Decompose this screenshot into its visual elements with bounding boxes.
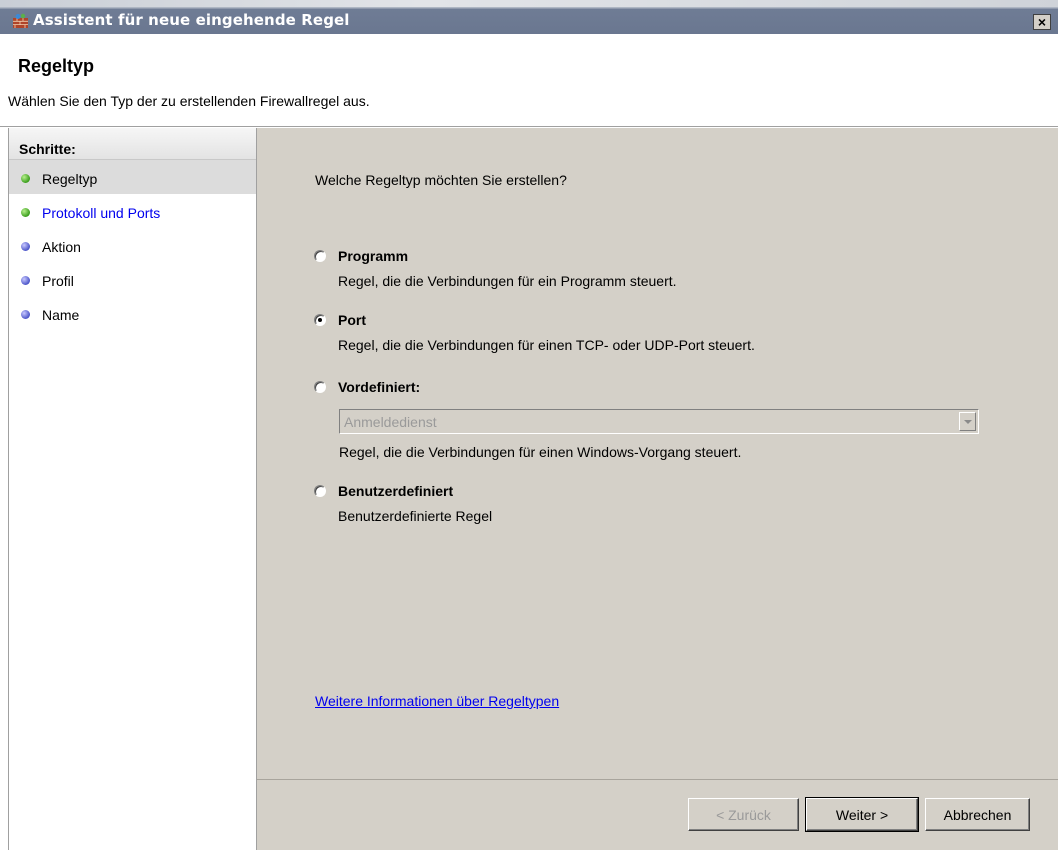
question-text: Welche Regeltyp möchten Sie erstellen? [315, 172, 567, 188]
step-label: Regeltyp [42, 171, 98, 187]
page-subtitle: Wählen Sie den Typ der zu erstellenden F… [8, 93, 370, 109]
button-bar: < Zurück Weiter > Abbrechen [257, 779, 1058, 850]
option-description: Regel, die die Verbindungen für ein Prog… [338, 273, 677, 289]
step-bullet-icon [21, 174, 30, 183]
step-label: Aktion [42, 239, 81, 255]
option-description: Benutzerdefinierte Regel [338, 508, 493, 524]
step-label[interactable]: Protokoll und Ports [42, 205, 160, 221]
step-aktion: Aktion [9, 228, 256, 262]
step-bullet-icon [21, 208, 30, 217]
predefined-rule-value: Anmeldedienst [344, 414, 437, 430]
step-bullet-icon [21, 276, 30, 285]
step-protokoll-und-ports[interactable]: Protokoll und Ports [9, 194, 256, 228]
radio-programm[interactable] [314, 250, 326, 262]
steps-heading: Schritte: [9, 128, 256, 160]
back-button[interactable]: < Zurück [688, 798, 799, 831]
step-regeltyp: Regeltyp [9, 160, 256, 194]
predefined-description: Regel, die die Verbindungen für einen Wi… [339, 444, 742, 460]
next-button[interactable]: Weiter > [805, 797, 919, 832]
chevron-down-icon[interactable] [959, 412, 976, 431]
close-icon: × [1037, 14, 1047, 30]
option-label[interactable]: Programm [338, 248, 408, 264]
step-profil: Profil [9, 262, 256, 296]
step-label: Name [42, 307, 80, 323]
step-name: Name [9, 296, 256, 330]
window-title: Assistent für neue eingehende Regel [33, 11, 350, 29]
wizard-header: Regeltyp Wählen Sie den Typ der zu erste… [0, 34, 1058, 127]
title-bar: Assistent für neue eingehende Regel × [0, 0, 1058, 34]
step-label: Profil [42, 273, 74, 289]
radio-vordefiniert[interactable] [314, 381, 326, 393]
step-bullet-icon [21, 310, 30, 319]
rule-types-info-link[interactable]: Weitere Informationen über Regeltypen [315, 693, 559, 709]
option-label[interactable]: Vordefiniert: [338, 379, 420, 395]
steps-pane: Schritte: Regeltyp Protokoll und Ports A… [8, 128, 257, 850]
option-label[interactable]: Port [338, 312, 366, 328]
radio-port[interactable] [314, 314, 326, 326]
main-pane: Welche Regeltyp möchten Sie erstellen? P… [257, 128, 1058, 850]
close-button[interactable]: × [1033, 14, 1051, 30]
step-bullet-icon [21, 242, 30, 251]
option-description: Regel, die die Verbindungen für einen TC… [338, 337, 755, 353]
predefined-rule-select[interactable]: Anmeldedienst [339, 409, 979, 434]
option-label[interactable]: Benutzerdefiniert [338, 483, 453, 499]
page-title: Regeltyp [18, 56, 95, 76]
cancel-button[interactable]: Abbrechen [925, 798, 1030, 831]
radio-benutzerdefiniert[interactable] [314, 485, 326, 497]
firewall-brick-icon [13, 13, 28, 28]
title-bar-top-strip [0, 0, 1058, 7]
radio-selected-dot [318, 318, 322, 322]
